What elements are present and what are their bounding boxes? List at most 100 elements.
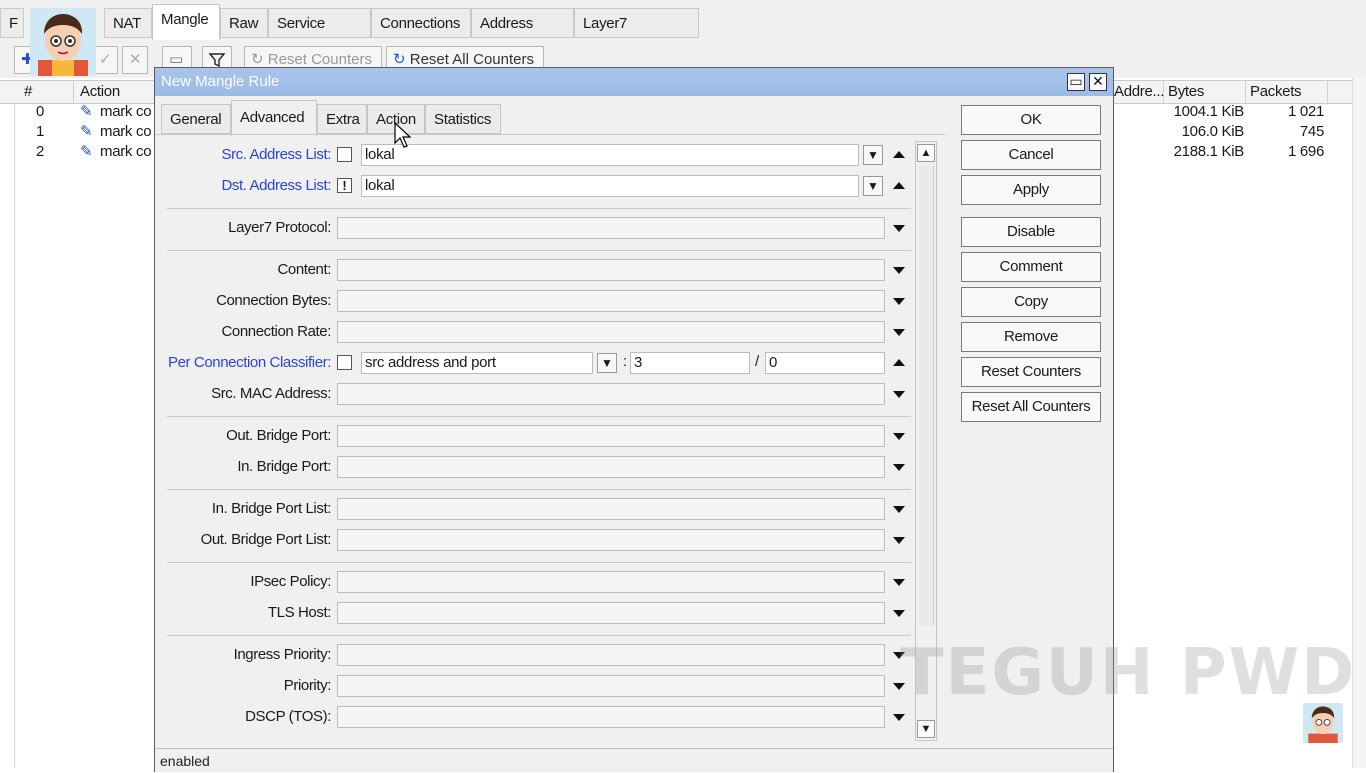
divider	[14, 102, 15, 768]
disable-icon[interactable]: ✕	[122, 46, 148, 74]
pcc-every-input[interactable]: 3	[630, 352, 750, 374]
reset-all-counters-dialog-button[interactable]: Reset All Counters	[961, 392, 1101, 422]
out-bridge-port-list-label: Out. Bridge Port List:	[200, 531, 332, 548]
disable-button[interactable]: Disable	[961, 217, 1101, 247]
expand-down-icon[interactable]	[893, 537, 905, 544]
remove-button[interactable]: Remove	[961, 322, 1101, 352]
connection-rate-label: Connection Rate:	[221, 323, 331, 340]
scroll-down-icon[interactable]: ▼	[917, 720, 935, 738]
collapse-up-icon[interactable]	[893, 151, 905, 158]
expand-down-icon[interactable]	[893, 391, 905, 398]
row-number: 1	[35, 123, 44, 140]
out-bridge-port-list-input[interactable]	[337, 529, 885, 551]
out-bridge-port-label: Out. Bridge Port:	[226, 427, 331, 444]
pcc-row: Per Connection Classifier: src address a…	[155, 352, 945, 376]
tab-statistics[interactable]: Statistics	[425, 104, 501, 134]
scroll-up-icon[interactable]: ▲	[917, 144, 935, 162]
collapse-up-icon[interactable]	[893, 359, 905, 366]
scroll-thumb[interactable]	[919, 166, 934, 626]
divider	[167, 208, 911, 209]
dropdown-icon[interactable]: ▼	[597, 353, 617, 373]
src-mac-input[interactable]	[337, 383, 885, 405]
connection-rate-input[interactable]	[337, 321, 885, 343]
tab-extra[interactable]: Extra	[317, 104, 367, 134]
pencil-icon: ✎	[80, 103, 93, 120]
col-action[interactable]: Action	[74, 81, 164, 103]
out-bridge-port-input[interactable]	[337, 425, 885, 447]
content-label: Content:	[277, 261, 331, 278]
expand-down-icon[interactable]	[893, 464, 905, 471]
connection-bytes-input[interactable]	[337, 290, 885, 312]
watermark: TEGUH PWD	[900, 636, 1357, 710]
divider	[167, 416, 911, 417]
src-address-list-negate-checkbox[interactable]	[337, 147, 352, 162]
priority-row: Priority:	[155, 675, 945, 699]
col-bytes[interactable]: Bytes	[1164, 81, 1246, 103]
expand-down-icon[interactable]	[893, 267, 905, 274]
apply-button[interactable]: Apply	[961, 175, 1101, 205]
divider	[167, 562, 911, 563]
content-input[interactable]	[337, 259, 885, 281]
tab-nat[interactable]: NAT	[104, 8, 152, 38]
pcc-negate-checkbox[interactable]	[337, 355, 352, 370]
tab-general[interactable]: General	[161, 104, 231, 134]
dropdown-icon[interactable]: ▼	[863, 145, 883, 165]
expand-down-icon[interactable]	[893, 579, 905, 586]
pcc-remainder-input[interactable]: 0	[765, 352, 885, 374]
dropdown-icon[interactable]: ▼	[863, 176, 883, 196]
ingress-priority-input[interactable]	[337, 644, 885, 666]
col-address[interactable]: Addre...	[1110, 81, 1164, 103]
tab-connections[interactable]: Connections	[371, 8, 471, 38]
expand-down-icon[interactable]	[893, 433, 905, 440]
src-address-list-input[interactable]: lokal	[361, 144, 859, 166]
copy-button[interactable]: Copy	[961, 287, 1101, 317]
col-number[interactable]: #	[0, 81, 74, 103]
tab-filter-rules[interactable]: F	[0, 8, 24, 38]
pcc-type-select[interactable]: src address and port	[361, 352, 593, 374]
expand-down-icon[interactable]	[893, 329, 905, 336]
expand-down-icon[interactable]	[893, 298, 905, 305]
src-address-list-row: Src. Address List: lokal ▼	[155, 144, 945, 168]
row-action: mark co	[100, 103, 152, 120]
maximize-icon[interactable]: ▭	[1067, 73, 1085, 91]
divider	[167, 250, 911, 251]
cancel-button[interactable]: Cancel	[961, 140, 1101, 170]
status-bar: enabled	[155, 748, 1113, 772]
col-packets[interactable]: Packets	[1246, 81, 1328, 103]
expand-down-icon[interactable]	[893, 610, 905, 617]
in-bridge-port-input[interactable]	[337, 456, 885, 478]
tab-raw[interactable]: Raw	[220, 8, 268, 38]
expand-down-icon[interactable]	[893, 506, 905, 513]
dst-address-list-negate-checkbox[interactable]: !	[337, 178, 352, 193]
ok-button[interactable]: OK	[961, 105, 1101, 135]
comment-button[interactable]: Comment	[961, 252, 1101, 282]
priority-input[interactable]	[337, 675, 885, 697]
tls-host-input[interactable]	[337, 602, 885, 624]
divider	[167, 635, 911, 636]
advanced-panel: Src. Address List: lokal ▼ Dst. Address …	[155, 134, 945, 747]
dst-address-list-input[interactable]: lokal	[361, 175, 859, 197]
collapse-up-icon[interactable]	[893, 182, 905, 189]
reset-counters-dialog-button[interactable]: Reset Counters	[961, 357, 1101, 387]
ipsec-policy-input[interactable]	[337, 571, 885, 593]
ingress-priority-row: Ingress Priority:	[155, 644, 945, 668]
in-bridge-port-list-row: In. Bridge Port List:	[155, 498, 945, 522]
in-bridge-port-list-input[interactable]	[337, 498, 885, 520]
tab-service-ports[interactable]: Service Ports	[268, 8, 371, 62]
dscp-input[interactable]	[337, 706, 885, 728]
row-number: 0	[35, 103, 44, 120]
dialog-title: New Mangle Rule	[155, 68, 1113, 96]
layer7-input[interactable]	[337, 217, 885, 239]
reset-all-counters-label: Reset All Counters	[409, 51, 534, 68]
ipsec-policy-label: IPsec Policy:	[250, 573, 331, 590]
tab-advanced[interactable]: Advanced	[231, 100, 317, 136]
out-bridge-port-row: Out. Bridge Port:	[155, 425, 945, 449]
tab-address-lists[interactable]: Address Lists	[471, 8, 574, 62]
expand-down-icon[interactable]	[893, 714, 905, 721]
src-mac-row: Src. MAC Address:	[155, 383, 945, 407]
close-icon[interactable]: ✕	[1089, 73, 1107, 91]
expand-down-icon[interactable]	[893, 225, 905, 232]
tab-mangle[interactable]: Mangle	[152, 4, 220, 40]
tab-layer7-protocols[interactable]: Layer7 Protocols	[574, 8, 699, 62]
pencil-icon: ✎	[80, 143, 93, 160]
